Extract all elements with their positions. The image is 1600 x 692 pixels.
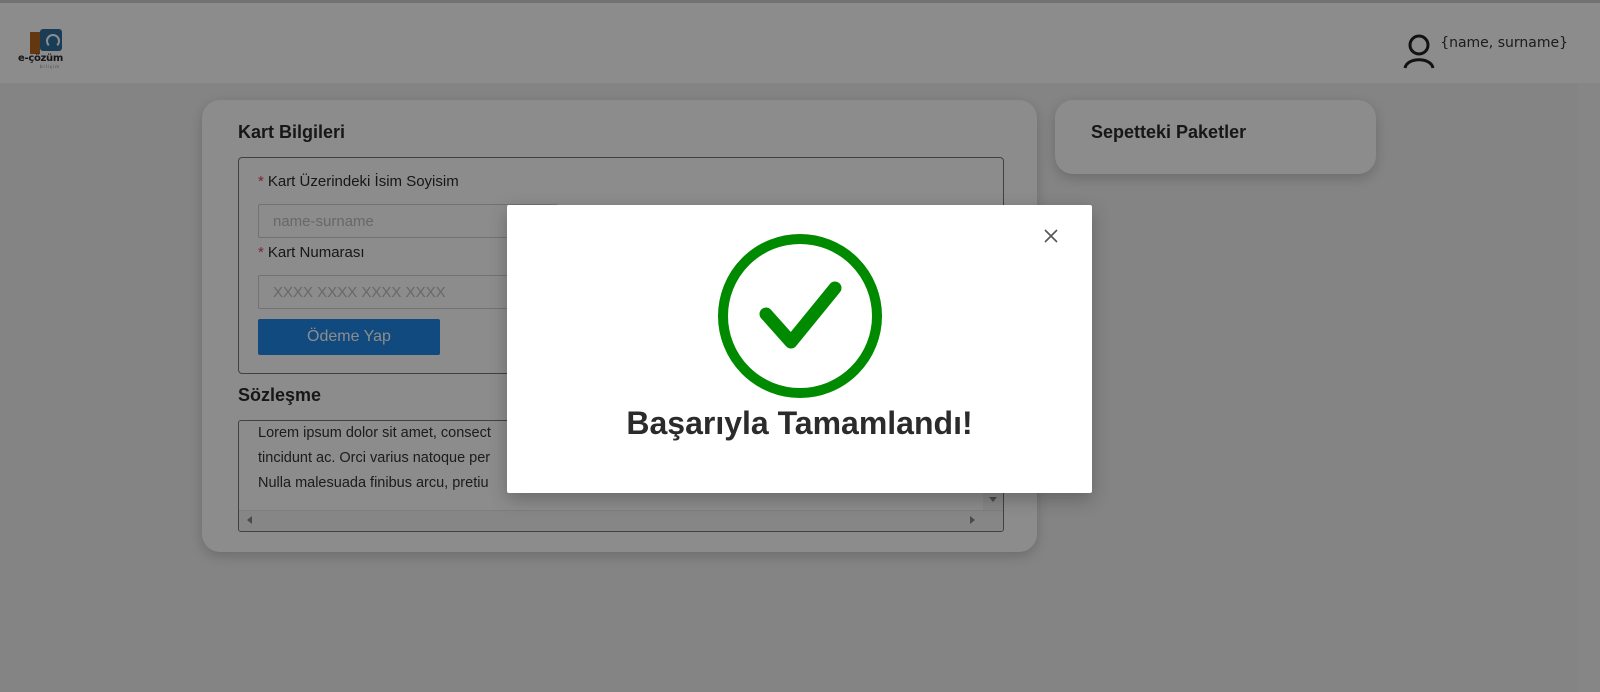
close-icon[interactable] xyxy=(1042,227,1060,245)
success-modal: Başarıyla Tamamlandı! xyxy=(507,205,1092,493)
success-message: Başarıyla Tamamlandı! xyxy=(626,405,973,441)
check-circle-icon xyxy=(718,234,882,398)
